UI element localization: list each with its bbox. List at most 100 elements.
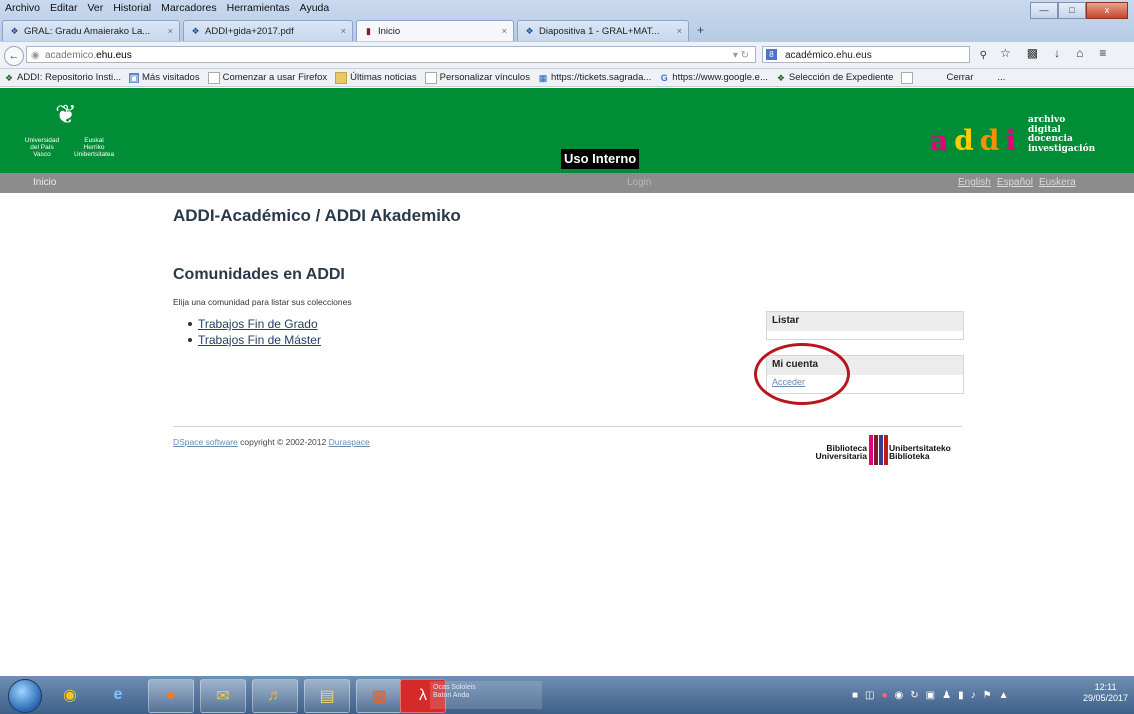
lang-espanol-link[interactable]: Español [997,173,1033,193]
logo-line: del País Vasco [30,144,54,158]
tab-label: Diapositiva 1 - GRAL+MAT... [539,25,660,37]
bookmark-blank[interactable] [901,71,916,84]
tray-update-icon[interactable]: ◉ [895,690,904,701]
tray-sync-icon[interactable]: ↻ [910,690,918,701]
bookmark-personalizar[interactable]: Personalizar vínculos [424,71,530,84]
outlook-icon[interactable]: ✉ [200,679,246,713]
firefox-icon[interactable]: ● [148,679,194,713]
globe-icon: ◉ [31,50,40,61]
menu-marcadores[interactable]: Marcadores [160,1,217,17]
maximize-button[interactable]: □ [1058,2,1086,19]
start-button[interactable] [8,679,42,713]
menu-ayuda[interactable]: Ayuda [299,1,331,17]
download-icon[interactable]: ↓ [1054,46,1060,60]
tray-user-icon[interactable]: ♟ [942,690,951,701]
biblioteca-text-es: Biblioteca Universitaria [803,444,868,461]
bookmark-star-icon[interactable]: ☆ [1000,46,1011,60]
tab-close-icon[interactable]: × [677,26,682,36]
minimize-button[interactable]: — [1030,2,1058,19]
lang-english-link[interactable]: English [958,173,991,193]
chrome-icon[interactable]: ◉ [48,679,92,711]
close-window-button[interactable]: x [1086,2,1128,19]
tab-close-icon[interactable]: × [502,26,507,36]
bookmark-seleccion-expediente[interactable]: ❖ Selección de Expediente [776,72,894,83]
search-input[interactable]: 8 académico.ehu.eus ⚲ [762,46,987,63]
university-name-eu: Euskal Herriko Unibertsitatea [74,137,114,158]
search-engine-icon[interactable]: 8 [766,49,777,60]
logo-letter: i [1005,124,1022,157]
tab-pdf[interactable]: ❖ ADDI+gida+2017.pdf × [183,20,353,41]
upv-ehu-logo[interactable]: ❦ Universidad del País Vasco Euskal Herr… [22,100,132,160]
media-app-icon[interactable]: ♬ [252,679,298,713]
tab-label: ADDI+gida+2017.pdf [205,25,294,37]
image-icon: ▣ [129,72,140,83]
menu-icon[interactable]: ≡ [1099,46,1106,60]
internet-explorer-icon[interactable]: e [96,679,140,711]
taskbar-window-preview[interactable]: Ocas Sololeis Baton Anda [430,681,542,709]
tray-network-icon[interactable]: ◫ [865,690,874,701]
tab-close-icon[interactable]: × [341,26,346,36]
search-icon[interactable]: ⚲ [980,47,987,64]
language-switcher: English Español Euskera [958,173,1076,193]
clock[interactable]: 12:11 29/05/2017 [1083,682,1128,704]
bookmark-ultimas-noticias[interactable]: Últimas noticias [335,71,417,84]
tray-display-icon[interactable]: ▣ [926,690,935,701]
clipboard-icon[interactable]: ▩ [1027,46,1038,60]
new-tab-button[interactable]: + [692,20,709,42]
tray-antivirus-icon[interactable]: ● [882,690,888,701]
bookmark-more[interactable]: ... [997,72,1005,83]
toolbar-icons: ☆ ▩ ↓ ⌂ ≡ [1000,46,1106,60]
bookmark-label: https://www.google.e... [672,72,768,83]
bookmark-cerrar[interactable]: Cerrar [946,72,973,83]
bookmark-label: Selección de Expediente [788,72,894,83]
url-bar[interactable]: ◉ academico.ehu.eus ▾ ↻ [26,46,756,63]
community-link-master[interactable]: Trabajos Fin de Máster [198,332,321,348]
copyright-text: copyright © 2002-2012 [240,437,327,447]
tab-close-icon[interactable]: × [168,26,173,36]
menu-historial[interactable]: Historial [112,1,152,17]
tray-volume-icon[interactable]: ♪ [971,690,976,701]
search-value: académico.ehu.eus [785,50,872,61]
preview-text: Baton Anda [433,692,470,699]
menu-archivo[interactable]: Archivo [4,1,41,17]
bookmark-mas-visitados[interactable]: ▣ Más visitados [129,72,200,83]
bookmark-label: Más visitados [142,72,200,83]
nav-login-link[interactable]: Login [627,173,651,193]
bookmarks-bar: ❖ ADDI: Repositorio Insti... ▣ Más visitad… [0,69,1134,87]
tray-battery-icon[interactable]: ▮ [958,690,964,701]
taskbar: ◉ e ● ✉ ♬ ▤ ▩ λ Ocas Sololeis Baton Anda… [0,676,1134,714]
ehu-icon: ❖ [525,25,534,36]
highlight-circle [754,343,850,405]
explorer-folder-icon[interactable]: ▤ [304,679,350,713]
biblioteca-logo[interactable]: Biblioteca Universitaria Unibertsitateko… [803,435,963,467]
bookmark-tickets[interactable]: ▦ https://tickets.sagrada... [538,72,652,83]
tab-gral[interactable]: ❖ GRAL: Gradu Amaierako La... × [2,20,180,41]
tray-wifi-icon[interactable]: ▲ [999,690,1009,701]
tab-diapositiva[interactable]: ❖ Diapositiva 1 - GRAL+MAT... × [517,20,689,41]
biblioteca-text-eu: Unibertsitateko Biblioteka [889,444,951,461]
tray-flag-icon[interactable]: ■ [852,690,858,701]
nav-inicio-link[interactable]: Inicio [33,173,56,193]
home-icon[interactable]: ⌂ [1076,46,1083,60]
back-arrow-icon[interactable]: ← [4,46,24,66]
bookmark-comenzar[interactable]: Comenzar a usar Firefox [207,71,327,84]
dspace-link[interactable]: DSpace software [173,437,238,447]
directory-icon: ▦ [538,72,548,83]
tab-inicio[interactable]: ▮ Inicio × [356,20,514,41]
community-link-grado[interactable]: Trabajos Fin de Grado [198,316,318,332]
upv-tree-icon: ❦ [55,99,77,129]
bookmark-label: Personalizar vínculos [439,72,530,83]
bookmark-addi[interactable]: ❖ ADDI: Repositorio Insti... [4,72,121,83]
menu-editar[interactable]: Editar [49,1,78,17]
duraspace-link[interactable]: Duraspace [329,437,370,447]
navigation-bar: ← ◉ academico.ehu.eus ▾ ↻ 8 académico.eh… [0,42,1134,69]
reload-icon[interactable]: ▾ ↻ [733,47,749,64]
menu-ver[interactable]: Ver [86,1,104,17]
logo-letter: d [954,124,980,157]
menu-herramientas[interactable]: Herramientas [226,1,291,17]
powerpoint-icon[interactable]: ▩ [356,679,402,713]
lang-euskera-link[interactable]: Euskera [1039,173,1076,193]
bookmark-google[interactable]: Ghttps://www.google.e... [659,72,768,83]
tray-action-center-icon[interactable]: ⚑ [983,690,992,701]
ehu-icon: ❖ [776,72,785,83]
